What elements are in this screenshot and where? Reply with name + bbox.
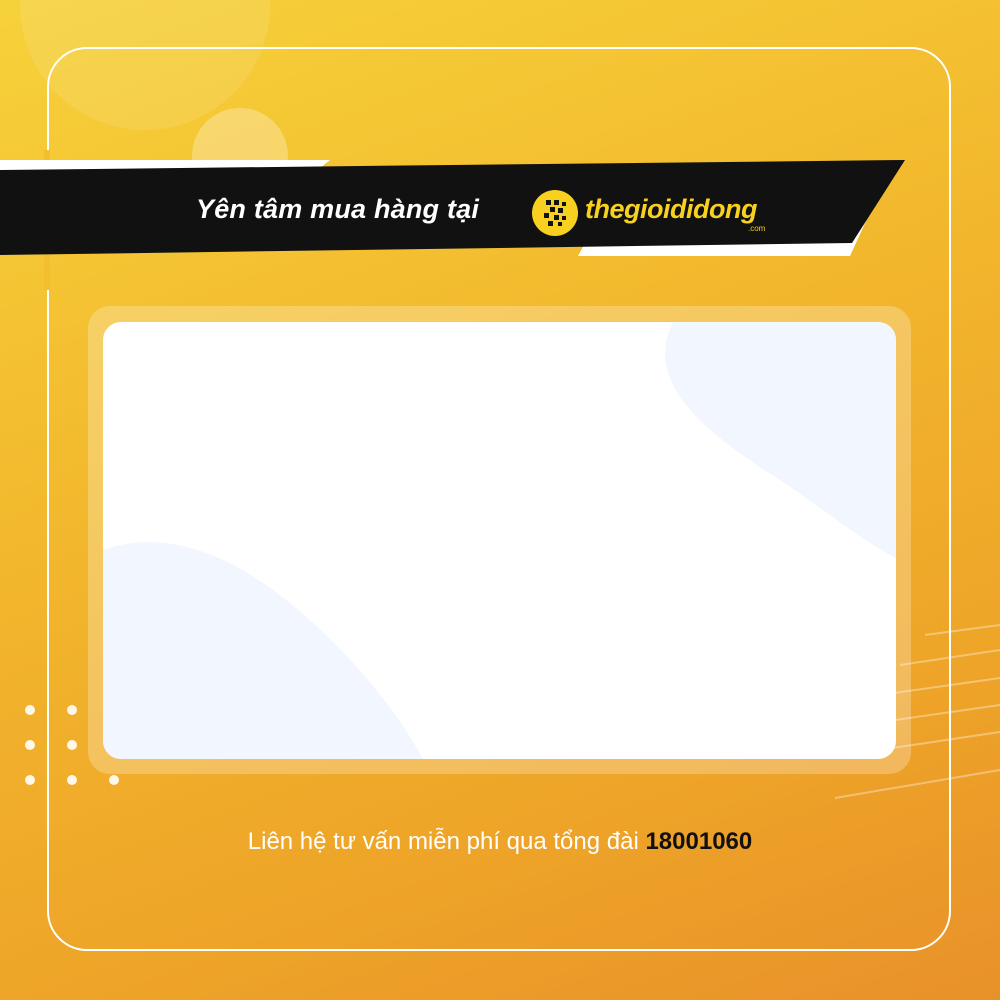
brand-suffix: .com <box>748 224 766 233</box>
footer-text: Liên hệ tư vấn miễn phí qua tổng đài <box>247 828 639 855</box>
card-decoration <box>103 322 896 759</box>
content-card <box>103 322 896 759</box>
banner-tagline: Yên tâm mua hàng tại <box>196 194 480 224</box>
decorative-lines <box>834 624 1000 799</box>
brand-name: thegioididong <box>585 194 757 224</box>
footer-contact: Liên hệ tư vấn miễn phí qua tổng đài 180… <box>0 828 1000 856</box>
hotline-number[interactable]: 18001060 <box>645 828 752 855</box>
running-man-icon <box>532 190 578 236</box>
